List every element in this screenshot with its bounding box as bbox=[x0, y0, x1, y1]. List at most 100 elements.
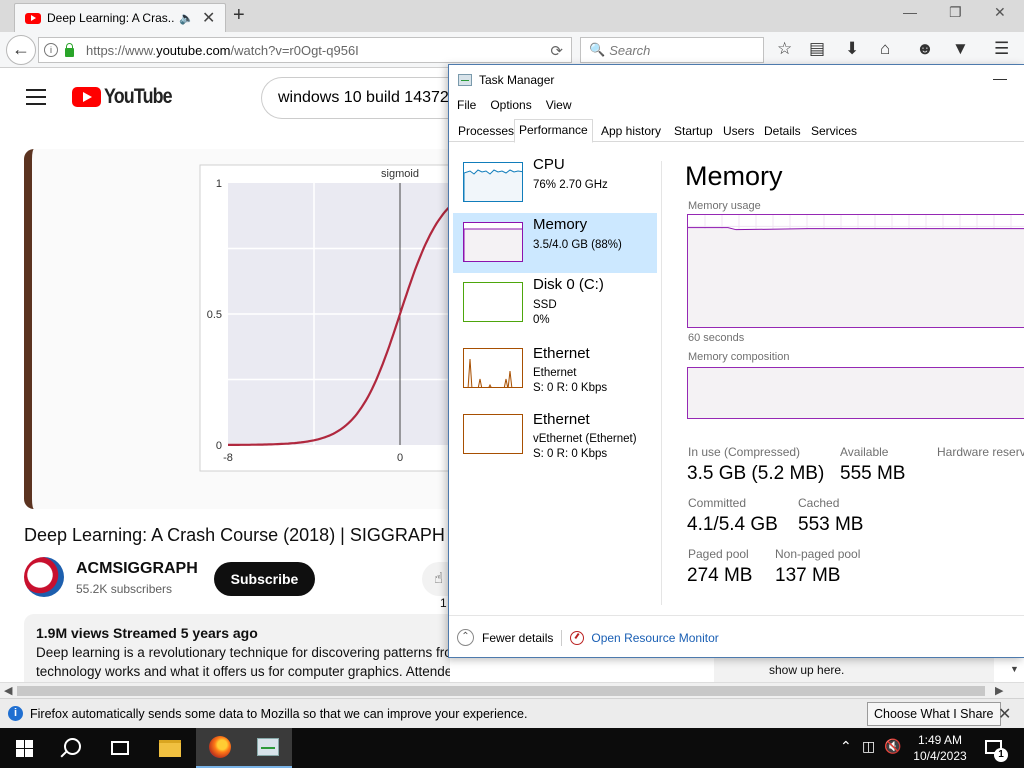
pocket-icon[interactable]: ▼ bbox=[952, 39, 969, 59]
clock-date: 10/4/2023 bbox=[913, 749, 967, 763]
bookmark-star-icon[interactable]: ☆ bbox=[777, 39, 792, 59]
x-tick-label: 0 bbox=[397, 452, 403, 464]
bookmarks-list-icon[interactable]: ▤ bbox=[809, 39, 825, 59]
youtube-logo[interactable]: YouTube bbox=[72, 85, 184, 109]
y-tick-label: 0.5 bbox=[207, 309, 222, 321]
resource-item-memory[interactable]: Memory 3.5/4.0 GB (88%) bbox=[453, 213, 657, 273]
hamburger-menu-icon[interactable] bbox=[26, 89, 46, 110]
y-tick-label: 1 bbox=[216, 178, 222, 190]
resource-detail: Ethernet bbox=[533, 367, 577, 379]
fewer-details-link[interactable]: Fewer details bbox=[482, 631, 553, 645]
ethernet-thumbnail-graph bbox=[463, 348, 523, 388]
cached-value: 553 MB bbox=[798, 514, 864, 535]
home-icon[interactable]: ⌂ bbox=[880, 39, 890, 59]
open-resource-monitor-link[interactable]: Open Resource Monitor bbox=[591, 631, 718, 645]
available-label: Available bbox=[840, 445, 889, 459]
file-explorer-button[interactable] bbox=[146, 728, 194, 768]
tab-app-history[interactable]: App history bbox=[597, 122, 665, 142]
reload-icon[interactable]: ⟳ bbox=[550, 42, 563, 60]
y-tick-label: 0 bbox=[216, 440, 222, 452]
task-view-button[interactable] bbox=[96, 728, 144, 768]
in-use-label: In use (Compressed) bbox=[688, 445, 801, 459]
tab-details[interactable]: Details bbox=[760, 122, 805, 142]
window-minimize-icon[interactable]: — bbox=[993, 70, 1007, 86]
memory-composition-bar bbox=[687, 367, 1024, 419]
clock[interactable]: 1:49 AM 10/4/2023 bbox=[905, 732, 975, 764]
youtube-favicon-icon bbox=[25, 12, 41, 24]
url-bar[interactable]: i https://www.youtube.com/watch?v=r0Ogt-… bbox=[38, 37, 572, 63]
video-player[interactable]: -8 0 0 0.5 1 sigmoid bbox=[24, 149, 454, 509]
channel-avatar[interactable] bbox=[24, 557, 64, 597]
non-paged-pool-label: Non-paged pool bbox=[775, 547, 861, 561]
resource-name: Disk 0 (C:) bbox=[533, 276, 604, 293]
back-button[interactable]: ← bbox=[6, 35, 36, 65]
resource-detail: 3.5/4.0 GB (88%) bbox=[533, 239, 622, 251]
tab-services[interactable]: Services bbox=[807, 122, 861, 142]
page-title: Memory bbox=[685, 161, 783, 191]
lock-icon[interactable] bbox=[65, 42, 74, 57]
collapse-chevron-icon[interactable]: ⌃ bbox=[457, 629, 474, 646]
resource-item-ethernet[interactable]: Ethernet Ethernet S: 0 R: 0 Kbps bbox=[453, 339, 657, 399]
browser-tab-youtube[interactable]: Deep Learning: A Cras... 🔈 ✕ bbox=[14, 3, 226, 32]
show-hidden-icons-chevron-icon[interactable]: ⌃ bbox=[840, 738, 852, 755]
youtube-search-input[interactable]: windows 10 build 14372 bbox=[261, 77, 461, 119]
volume-muted-icon[interactable]: 🔇 bbox=[884, 738, 901, 755]
info-icon[interactable]: i bbox=[44, 43, 58, 57]
tab-close-icon[interactable]: ✕ bbox=[202, 8, 215, 28]
taskbar-search-button[interactable] bbox=[48, 728, 96, 768]
menu-view[interactable]: View bbox=[546, 98, 572, 112]
resource-name: Ethernet bbox=[533, 411, 590, 428]
chat-note-line: show up here. bbox=[769, 663, 845, 677]
youtube-play-icon bbox=[72, 87, 101, 107]
window-close-icon[interactable]: ✕ bbox=[994, 4, 1006, 21]
task-view-icon bbox=[111, 741, 129, 755]
vethernet-thumbnail-graph bbox=[463, 414, 523, 454]
resource-detail: S: 0 R: 0 Kbps bbox=[533, 382, 608, 394]
scroll-left-icon[interactable]: ◀ bbox=[4, 684, 12, 697]
browser-search-input[interactable]: 🔍 Search bbox=[580, 37, 764, 63]
tab-processes[interactable]: Processes bbox=[454, 122, 518, 142]
sigmoid-chart: -8 000.51sigmoid bbox=[199, 164, 454, 472]
scroll-right-icon[interactable]: ▶ bbox=[995, 684, 1003, 697]
new-tab-button[interactable]: + bbox=[233, 4, 245, 27]
windows-taskbar: ⌃ ◫ 🔇 1:49 AM 10/4/2023 1 bbox=[0, 728, 1024, 768]
resource-item-cpu[interactable]: CPU 76% 2.70 GHz bbox=[453, 153, 657, 213]
firefox-taskbar-button[interactable] bbox=[196, 728, 244, 768]
downloads-icon[interactable]: ⬇ bbox=[845, 39, 859, 59]
notification-close-icon[interactable]: ✕ bbox=[998, 704, 1011, 724]
speaker-icon[interactable]: 🔈 bbox=[179, 11, 194, 25]
task-manager-titlebar[interactable]: Task Manager — bbox=[449, 65, 1024, 95]
resource-item-vethernet[interactable]: Ethernet vEthernet (Ethernet) S: 0 R: 0 … bbox=[453, 405, 657, 465]
video-description[interactable]: 1.9M views Streamed 5 years ago Deep lea… bbox=[24, 614, 450, 682]
channel-subscriber-count: 55.2K subscribers bbox=[76, 582, 173, 596]
network-icon[interactable]: ◫ bbox=[862, 738, 875, 755]
chart-title: sigmoid bbox=[381, 168, 419, 180]
subscribe-button[interactable]: Subscribe bbox=[214, 562, 315, 596]
url-text[interactable]: https://www.youtube.com/watch?v=r0Ogt-q9… bbox=[86, 43, 359, 58]
resource-monitor-icon[interactable] bbox=[570, 630, 585, 645]
choose-what-i-share-button[interactable]: Choose What I Share bbox=[867, 702, 1001, 726]
menu-options[interactable]: Options bbox=[490, 98, 531, 112]
menu-file[interactable]: File bbox=[457, 98, 476, 112]
scrollbar-thumb[interactable] bbox=[17, 686, 985, 696]
resource-name: CPU bbox=[533, 156, 565, 173]
start-button[interactable] bbox=[0, 728, 48, 768]
channel-name[interactable]: ACMSIGGRAPH bbox=[76, 560, 198, 578]
telemetry-notification-bar: i Firefox automatically sends some data … bbox=[0, 698, 1024, 728]
resource-detail: 76% 2.70 GHz bbox=[533, 179, 608, 191]
resource-item-disk[interactable]: Disk 0 (C:) SSD 0% bbox=[453, 273, 657, 333]
scroll-down-icon[interactable]: ▼ bbox=[1010, 664, 1019, 674]
task-manager-icon bbox=[458, 74, 472, 86]
task-manager-taskbar-button[interactable] bbox=[244, 728, 292, 768]
horizontal-scrollbar[interactable]: ◀ ▶ bbox=[0, 682, 1024, 698]
tab-users[interactable]: Users bbox=[719, 122, 758, 142]
x-tick-label: -8 bbox=[223, 452, 233, 464]
window-minimize-icon[interactable]: — bbox=[903, 4, 917, 20]
tab-performance[interactable]: Performance bbox=[514, 119, 593, 143]
tab-startup[interactable]: Startup bbox=[670, 122, 717, 142]
window-restore-icon[interactable]: ❐ bbox=[949, 4, 962, 21]
resource-name: Memory bbox=[533, 216, 588, 233]
hello-chat-icon[interactable]: ☻ bbox=[916, 39, 934, 59]
non-paged-pool-value: 137 MB bbox=[775, 565, 841, 586]
menu-icon[interactable]: ☰ bbox=[994, 39, 1009, 59]
